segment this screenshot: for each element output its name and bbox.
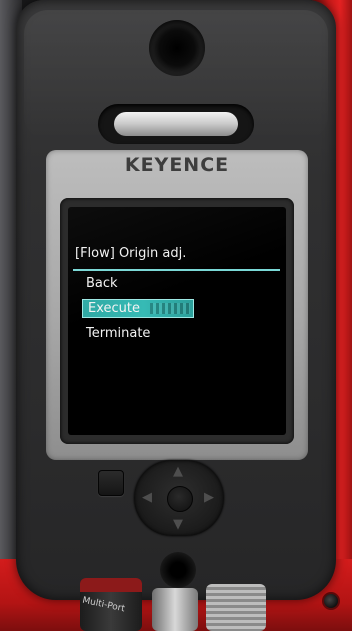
connector-band xyxy=(80,578,142,592)
arrow-down-icon[interactable]: ▼ xyxy=(173,518,183,531)
arrow-up-icon[interactable]: ▲ xyxy=(173,465,183,478)
menu-item-execute[interactable]: Execute xyxy=(82,299,194,318)
enter-button[interactable] xyxy=(167,486,193,512)
multi-port-connector: Multi-Port xyxy=(80,578,142,631)
directional-pad[interactable]: ▲ ▼ ◀ ▶ xyxy=(134,460,224,536)
mounting-hole-bottom xyxy=(160,552,196,588)
cable-connector-right xyxy=(206,584,266,631)
frame-bolt xyxy=(322,592,340,610)
status-indicator xyxy=(98,104,254,144)
photo-scene: KEYENCE [Flow] Origin adj. Back Execute … xyxy=(0,0,352,631)
arrow-left-icon[interactable]: ◀ xyxy=(142,491,152,504)
lcd-screen: [Flow] Origin adj. Back Execute Terminat… xyxy=(68,207,286,435)
handheld-device: KEYENCE [Flow] Origin adj. Back Execute … xyxy=(16,0,336,600)
screen-title: [Flow] Origin adj. xyxy=(75,246,187,261)
front-panel: KEYENCE [Flow] Origin adj. Back Execute … xyxy=(46,150,308,460)
screen-glare xyxy=(68,207,286,435)
selection-pattern xyxy=(150,303,190,314)
brand-logo: KEYENCE xyxy=(124,154,230,176)
screen-bezel: [Flow] Origin adj. Back Execute Terminat… xyxy=(60,198,294,444)
cable-connector-mid xyxy=(152,588,198,631)
mounting-hole-top xyxy=(149,20,205,76)
menu-item-execute-label: Execute xyxy=(88,301,140,316)
title-divider xyxy=(73,269,280,271)
menu-item-terminate[interactable]: Terminate xyxy=(86,325,150,343)
function-button[interactable] xyxy=(98,470,124,496)
arrow-right-icon[interactable]: ▶ xyxy=(204,491,214,504)
indicator-light xyxy=(114,112,238,136)
menu-item-back[interactable]: Back xyxy=(86,275,118,293)
port-label: Multi-Port xyxy=(81,595,126,615)
